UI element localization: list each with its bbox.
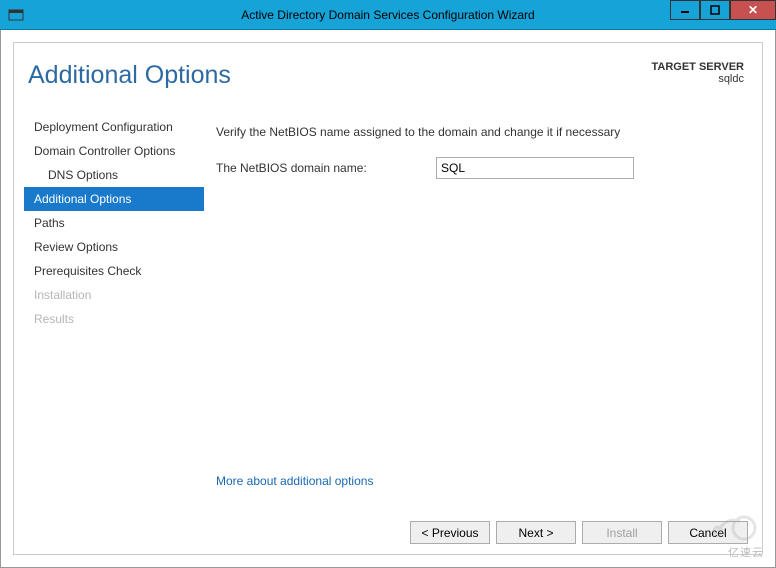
watermark-icon: [698, 511, 770, 546]
nav-item-dns-options[interactable]: DNS Options: [24, 163, 204, 187]
install-button: Install: [582, 521, 662, 544]
nav-item-results: Results: [24, 307, 204, 331]
target-server-block: TARGET SERVER sqldc: [652, 61, 745, 85]
instruction-text: Verify the NetBIOS name assigned to the …: [216, 125, 746, 139]
nav-item-domain-controller-options[interactable]: Domain Controller Options: [24, 139, 204, 163]
netbios-label: The NetBIOS domain name:: [216, 161, 436, 175]
target-server-label: TARGET SERVER: [652, 61, 745, 73]
netbios-input[interactable]: [436, 157, 634, 179]
more-about-link[interactable]: More about additional options: [216, 474, 373, 488]
next-button[interactable]: Next >: [496, 521, 576, 544]
window-buttons: ✕: [670, 0, 776, 20]
nav-item-installation: Installation: [24, 283, 204, 307]
title-bar: Active Directory Domain Services Configu…: [0, 0, 776, 30]
nav-item-additional-options[interactable]: Additional Options: [24, 187, 204, 211]
netbios-row: The NetBIOS domain name:: [216, 157, 746, 179]
window-title: Active Directory Domain Services Configu…: [0, 8, 776, 22]
target-server-value: sqldc: [652, 73, 745, 85]
nav-item-review-options[interactable]: Review Options: [24, 235, 204, 259]
nav-item-paths[interactable]: Paths: [24, 211, 204, 235]
minimize-button[interactable]: [670, 0, 700, 20]
content-pane: Verify the NetBIOS name assigned to the …: [216, 125, 746, 494]
wizard-nav: Deployment ConfigurationDomain Controlle…: [24, 115, 204, 331]
page-heading: Additional Options: [28, 61, 231, 90]
maximize-button[interactable]: [700, 0, 730, 20]
previous-button[interactable]: < Previous: [410, 521, 490, 544]
wizard-panel: Additional Options TARGET SERVER sqldc D…: [13, 42, 763, 555]
close-button[interactable]: ✕: [730, 0, 776, 20]
watermark-text: 亿速云: [728, 544, 764, 560]
nav-item-deployment-configuration[interactable]: Deployment Configuration: [24, 115, 204, 139]
client-area: Additional Options TARGET SERVER sqldc D…: [0, 30, 776, 568]
nav-item-prerequisites-check[interactable]: Prerequisites Check: [24, 259, 204, 283]
